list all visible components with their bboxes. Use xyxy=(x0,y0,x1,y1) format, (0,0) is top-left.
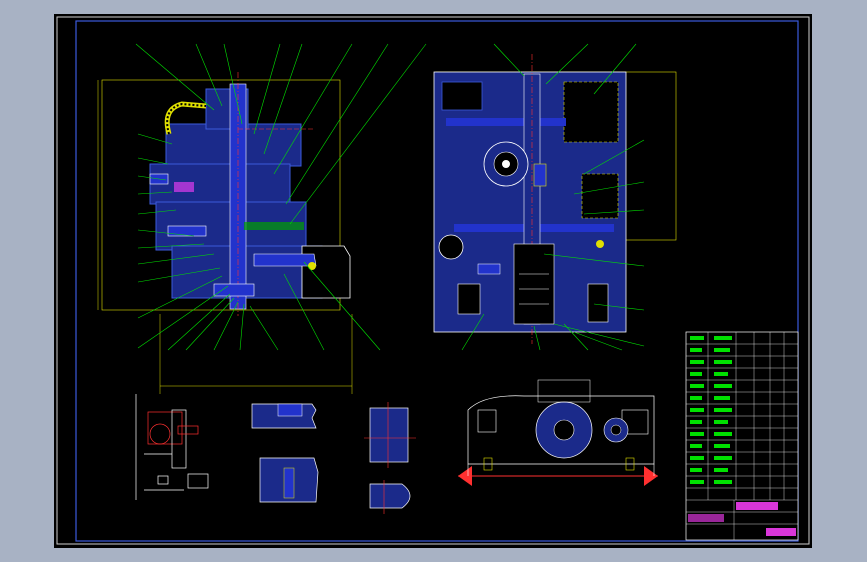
plan-view[interactable] xyxy=(458,379,658,486)
assembly-drawing xyxy=(56,16,810,545)
side-section-view[interactable] xyxy=(433,54,677,344)
main-section-view[interactable] xyxy=(97,72,353,394)
title-block[interactable] xyxy=(685,331,799,541)
detail-view-b[interactable] xyxy=(251,403,319,503)
detail-view-c[interactable] xyxy=(364,402,416,514)
cad-viewport[interactable] xyxy=(54,14,812,548)
detail-view-a[interactable] xyxy=(135,394,209,500)
